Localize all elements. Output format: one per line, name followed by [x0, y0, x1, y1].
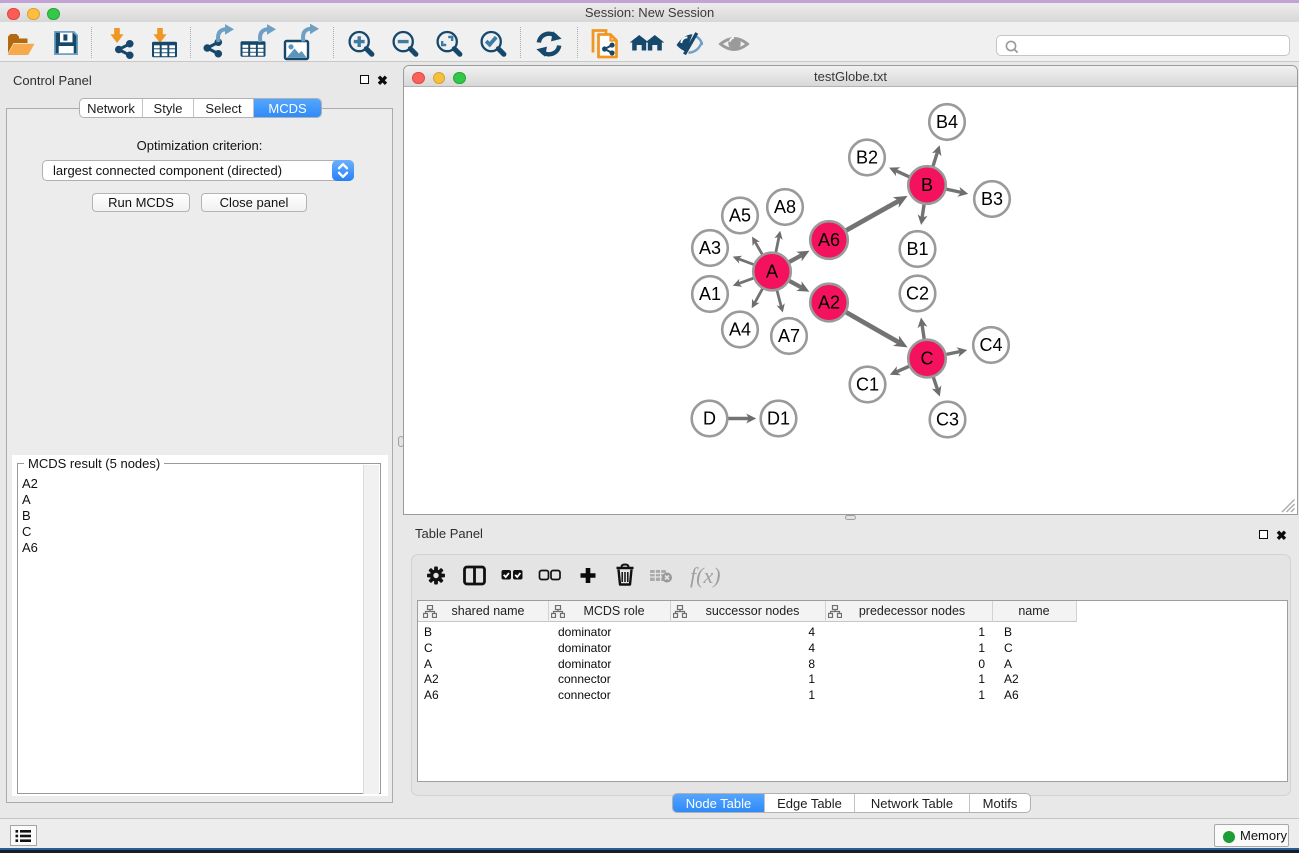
svg-text:f(x): f(x)	[690, 563, 721, 588]
svg-text:B1: B1	[906, 239, 928, 259]
svg-text:A5: A5	[729, 206, 751, 226]
svg-text:A4: A4	[729, 320, 751, 340]
svg-text:B4: B4	[936, 112, 958, 132]
svg-text:B: B	[921, 175, 933, 195]
svg-text:C: C	[921, 349, 934, 369]
svg-text:C3: C3	[936, 410, 959, 430]
svg-text:D: D	[703, 409, 716, 429]
svg-text:C2: C2	[906, 284, 929, 304]
svg-text:A8: A8	[774, 197, 796, 217]
svg-text:A3: A3	[699, 238, 721, 258]
svg-text:B3: B3	[981, 189, 1003, 209]
svg-text:A: A	[766, 262, 778, 282]
svg-text:C1: C1	[856, 375, 879, 395]
svg-text:A6: A6	[818, 230, 840, 250]
svg-text:C4: C4	[979, 335, 1002, 355]
svg-text:B2: B2	[856, 148, 878, 168]
svg-text:A7: A7	[778, 326, 800, 346]
svg-text:A1: A1	[699, 284, 721, 304]
svg-text:A2: A2	[818, 293, 840, 313]
svg-text:D1: D1	[767, 409, 790, 429]
